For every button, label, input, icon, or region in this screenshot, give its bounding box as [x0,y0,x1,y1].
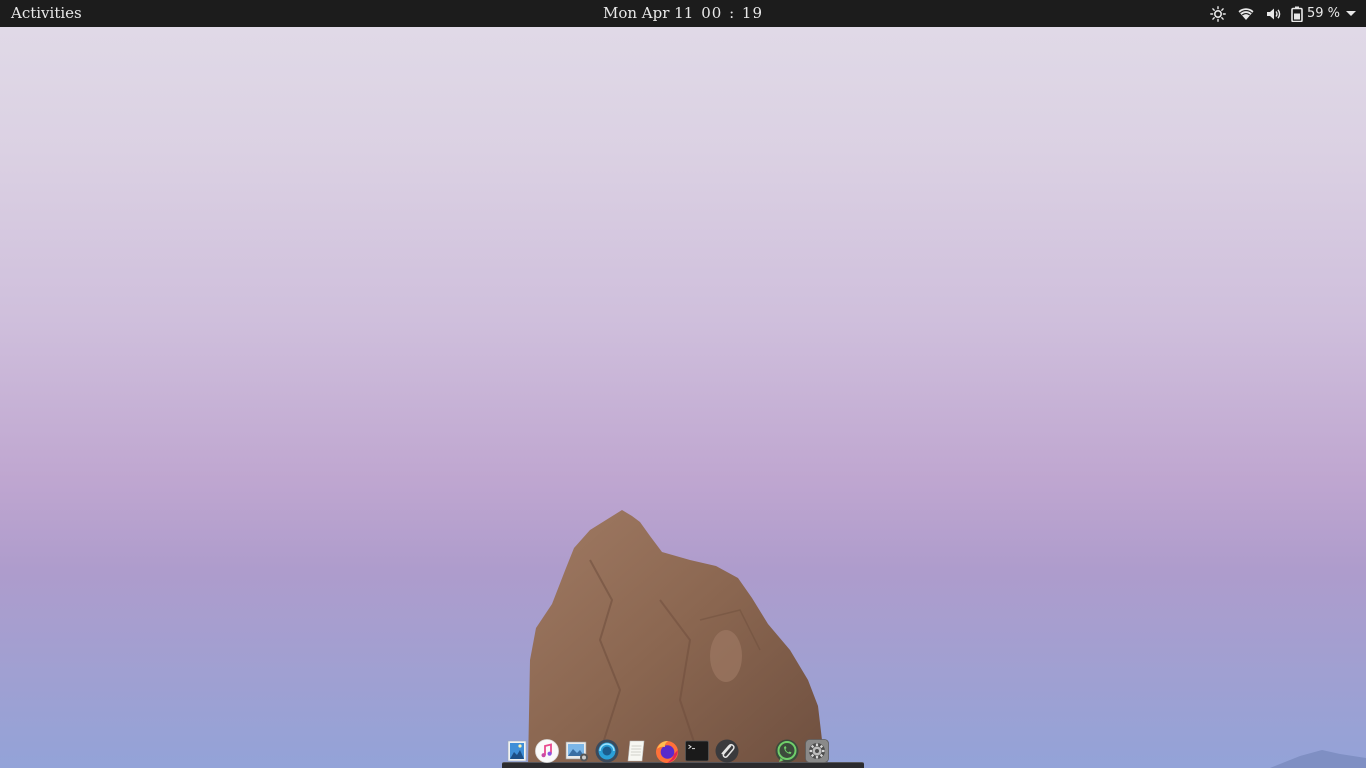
settings-icon[interactable] [804,738,830,764]
wifi-icon[interactable] [1232,0,1260,27]
top-bar: Activities Mon Apr 11 00 : 19 59 % [0,0,1366,27]
clock[interactable]: Mon Apr 11 00 : 19 [563,0,803,26]
battery-icon[interactable] [1288,0,1306,27]
clock-date: Mon Apr 11 [602,4,694,22]
whatsapp-icon[interactable] [774,738,800,764]
volume-icon[interactable] [1260,0,1288,27]
system-tray[interactable]: 59 % [1204,0,1356,27]
clock-time: 00 : 19 [701,4,764,22]
terminal-icon[interactable] [684,738,710,764]
firefox-icon[interactable] [654,738,680,764]
rock-landscape-illustration [528,510,1366,768]
paperclip-icon[interactable] [714,738,740,764]
brightness-icon[interactable] [1204,0,1232,27]
image-viewer-icon[interactable] [504,738,530,764]
desktop-wallpaper [0,0,1366,768]
battery-percentage: 59 % [1306,6,1340,21]
activities-button[interactable]: Activities [0,0,93,27]
music-icon[interactable] [534,738,560,764]
chevron-down-icon[interactable] [1346,11,1356,16]
browser-icon[interactable] [594,738,620,764]
text-editor-icon[interactable] [624,738,650,764]
photos-icon[interactable] [564,738,590,764]
dock [502,735,864,768]
